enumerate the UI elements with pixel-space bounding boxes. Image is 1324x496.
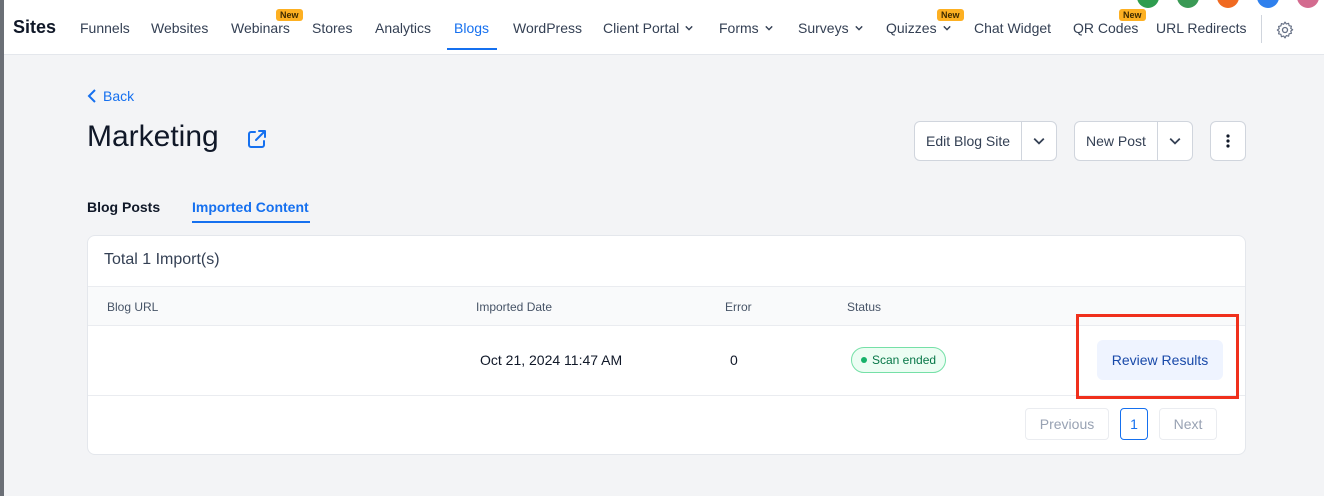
nav-funnels[interactable]: Funnels (80, 20, 130, 36)
nav-websites[interactable]: Websites (151, 20, 208, 36)
edit-blog-site-split-button: Edit Blog Site (914, 121, 1058, 161)
nav-label: WordPress (513, 20, 582, 36)
page-title: Marketing (87, 120, 219, 153)
nav-url-redirects[interactable]: URL Redirects (1156, 20, 1247, 36)
window-edge (0, 0, 4, 496)
nav-analytics[interactable]: Analytics (375, 20, 431, 36)
nav-label: URL Redirects (1156, 20, 1247, 36)
imports-total: Total 1 Import(s) (104, 251, 220, 268)
nav-client-portal[interactable]: Client Portal (603, 20, 693, 36)
gear-icon[interactable] (1275, 20, 1295, 40)
nav-label: Websites (151, 20, 209, 36)
nav-label: Webinars (231, 20, 290, 36)
nav-quizzes[interactable]: Quizzes (886, 20, 951, 36)
column-blog-url: Blog URL (107, 300, 159, 314)
nav-label: Surveys (798, 20, 849, 36)
tab-active-indicator (192, 221, 310, 223)
top-navigation: Sites Funnels Websites Webinars New Stor… (4, 0, 1324, 55)
brand-title: Sites (13, 17, 57, 37)
nav-label: Chat Widget (974, 20, 1052, 36)
nav-label: Analytics (375, 20, 432, 36)
app-dot-icon (1177, 0, 1199, 8)
column-status: Status (847, 300, 882, 314)
nav-label: Stores (312, 20, 353, 36)
chevron-down-icon (942, 25, 951, 31)
nav-label: Quizzes (886, 20, 937, 36)
previous-page-button[interactable]: Previous (1025, 408, 1109, 440)
nav-label: Forms (719, 20, 759, 36)
edit-blog-site-button[interactable]: Edit Blog Site (915, 122, 1023, 160)
chevron-down-icon (1033, 137, 1045, 145)
app-dot-icon (1217, 0, 1239, 8)
nav-label: Client Portal (603, 20, 680, 36)
nav-webinars[interactable]: Webinars (231, 20, 290, 36)
new-post-dropdown[interactable] (1158, 122, 1192, 160)
app-dot-icon (1137, 0, 1159, 8)
app-dot-icon (1297, 0, 1319, 8)
imports-card: Total 1 Import(s) Blog URL Imported Date… (87, 235, 1246, 455)
chevron-down-icon (685, 25, 693, 31)
chevron-left-icon (87, 89, 96, 103)
cell-imported-date: Oct 21, 2024 11:47 AM (480, 352, 623, 368)
column-error: Error (725, 300, 752, 314)
external-link-icon[interactable] (245, 127, 269, 151)
back-link[interactable]: Back (87, 88, 134, 104)
more-vertical-icon (1226, 134, 1230, 148)
nav-label: QR Codes (1073, 20, 1139, 36)
new-badge: New (937, 9, 964, 21)
nav-label: Blogs (454, 20, 490, 36)
new-post-split-button: New Post (1074, 121, 1193, 161)
new-badge: New (1119, 9, 1146, 21)
table-header: Blog URL Imported Date Error Status (88, 286, 1245, 326)
status-dot-icon (861, 357, 867, 363)
column-imported-date: Imported Date (476, 300, 553, 314)
new-badge: New (276, 9, 303, 21)
nav-stores[interactable]: Stores (312, 20, 352, 36)
next-page-button[interactable]: Next (1159, 408, 1217, 440)
nav-surveys[interactable]: Surveys (798, 20, 863, 36)
nav-label: Funnels (80, 20, 130, 36)
table-row: Oct 21, 2024 11:47 AM 0 Scan ended Revie… (88, 326, 1245, 396)
edit-blog-site-dropdown[interactable] (1022, 122, 1056, 160)
chevron-down-icon (854, 25, 863, 31)
app-dot-icon (1257, 0, 1279, 8)
nav-wordpress[interactable]: WordPress (513, 20, 582, 36)
status-badge: Scan ended (851, 347, 947, 373)
new-post-button[interactable]: New Post (1075, 122, 1158, 160)
cell-error: 0 (730, 352, 738, 368)
chevron-down-icon (764, 25, 773, 31)
tab-blog-posts[interactable]: Blog Posts (87, 199, 160, 215)
nav-qr-codes[interactable]: QR Codes (1073, 20, 1138, 36)
page-number-button[interactable]: 1 (1120, 408, 1148, 440)
more-options-button[interactable] (1210, 121, 1246, 161)
nav-blogs[interactable]: Blogs (454, 20, 489, 36)
nav-forms[interactable]: Forms (719, 20, 773, 36)
nav-active-indicator (447, 48, 497, 50)
nav-divider (1261, 15, 1262, 43)
tab-imported-content[interactable]: Imported Content (192, 199, 309, 215)
chevron-down-icon (1169, 137, 1181, 145)
review-results-button[interactable]: Review Results (1097, 340, 1223, 380)
status-label: Scan ended (872, 353, 937, 367)
back-label: Back (103, 88, 135, 104)
nav-chat-widget[interactable]: Chat Widget (974, 20, 1051, 36)
